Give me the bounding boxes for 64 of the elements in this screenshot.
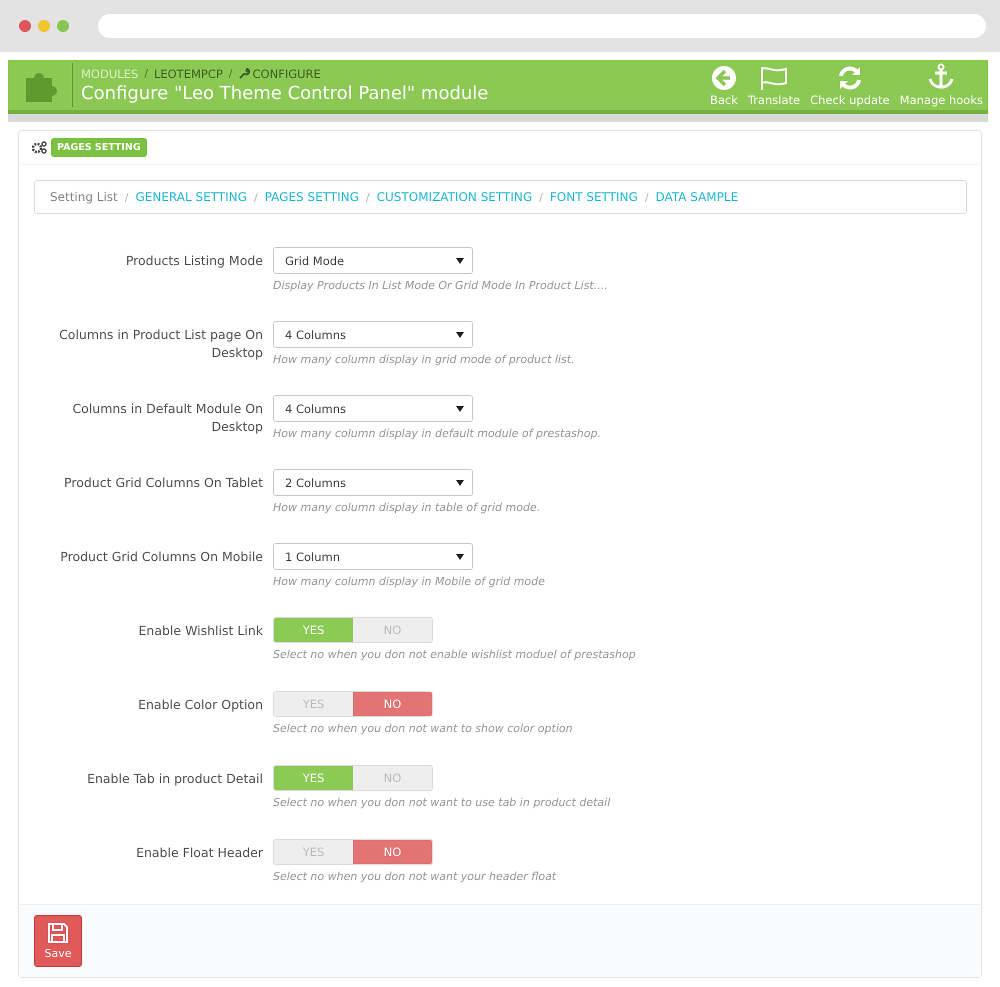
field-label: Products Listing Mode (124, 252, 263, 270)
toolbar-button[interactable]: Manage hooks (896, 63, 986, 107)
wrench-icon (238, 68, 250, 79)
setting-link[interactable]: PAGES SETTING (264, 190, 359, 204)
gears-icon (32, 141, 47, 154)
breadcrumb-item[interactable]: LEOTEMPCP (154, 66, 223, 80)
field-label: Columns in Product List page On Desktop (58, 326, 263, 362)
address-bar[interactable] (98, 14, 986, 38)
dropdown[interactable]: Grid Mode (273, 247, 473, 274)
field-label: Enable Tab in product Detail (86, 770, 263, 788)
panel-heading: PAGES SETTING (51, 138, 147, 157)
help-text: Select no when you don not want to use tab in product detail (273, 796, 612, 809)
help-text: How many column display in Mobile of grid mode (273, 575, 546, 588)
help-text: How many column display in table of grid mode. (273, 501, 542, 514)
help-text: Select no when you don not want to show color option (273, 722, 574, 735)
caret-icon (456, 332, 464, 338)
dropdown[interactable]: 2 Columns (273, 469, 473, 496)
breadcrumb-separator: / (124, 190, 128, 204)
breadcrumb-separator: / (644, 190, 649, 204)
field-label: Product Grid Columns On Tablet (63, 474, 263, 492)
dropdown[interactable]: 1 Column (273, 543, 473, 570)
caret-icon (456, 554, 464, 560)
save-button[interactable]: Save (34, 915, 82, 967)
close-dot-icon (19, 20, 31, 32)
help-text: How many column display in grid mode of product list. (273, 353, 576, 366)
help-text: Select no when you don not want your header float (273, 870, 558, 883)
field-label: Enable Float Header (135, 844, 263, 862)
no-option[interactable]: NO (353, 840, 432, 864)
minimize-dot-icon (38, 20, 50, 32)
help-text: Select no when you don not enable wishlist moduel of prestashop (273, 648, 637, 661)
page-title: Configure "Leo Theme Control Panel" module (81, 82, 490, 104)
field-label: Enable Wishlist Link (138, 622, 263, 640)
breadcrumb-separator: / (254, 190, 258, 204)
field-label: Columns in Default Module On Desktop (71, 400, 263, 436)
breadcrumb-item[interactable]: CONFIGURE (238, 66, 321, 80)
caret-icon (456, 480, 464, 486)
toolbar-button[interactable]: Translate (744, 65, 804, 107)
setting-link[interactable]: DATA SAMPLE (656, 190, 738, 204)
toolbar-button[interactable]: Back (706, 65, 741, 107)
refresh-icon (836, 65, 863, 91)
setting-link[interactable]: GENERAL SETTING (135, 190, 247, 204)
field-label: Product Grid Columns On Mobile (59, 548, 263, 566)
field-label: Enable Color Option (137, 696, 263, 714)
breadcrumb-separator: / (539, 190, 543, 204)
setting-link[interactable]: CUSTOMIZATION SETTING (376, 190, 532, 204)
breadcrumb-separator: / (144, 67, 148, 80)
breadcrumb-item[interactable]: MODULES (81, 66, 138, 80)
dropdown[interactable]: 4 Columns (273, 395, 473, 422)
breadcrumb-separator: / (366, 190, 370, 204)
no-option[interactable]: NO (353, 692, 432, 716)
yes-option[interactable]: YES (274, 766, 353, 790)
help-text: How many column display in default module of prestashop. (273, 427, 602, 440)
setting-link[interactable]: FONT SETTING (550, 190, 638, 204)
yes-option[interactable]: YES (274, 618, 353, 642)
caret-icon (456, 258, 464, 264)
toolbar-button[interactable]: Check update (807, 65, 893, 107)
help-text: Display Products In List Mode Or Grid Mode In Product List.... (273, 279, 609, 292)
anchor-icon (927, 63, 956, 91)
setting-list-label: Setting List (50, 190, 118, 204)
breadcrumb-separator: / (228, 67, 233, 80)
flag-icon (758, 65, 789, 91)
dropdown[interactable]: 4 Columns (273, 321, 473, 348)
zoom-dot-icon (57, 20, 69, 32)
caret-icon (456, 406, 464, 412)
